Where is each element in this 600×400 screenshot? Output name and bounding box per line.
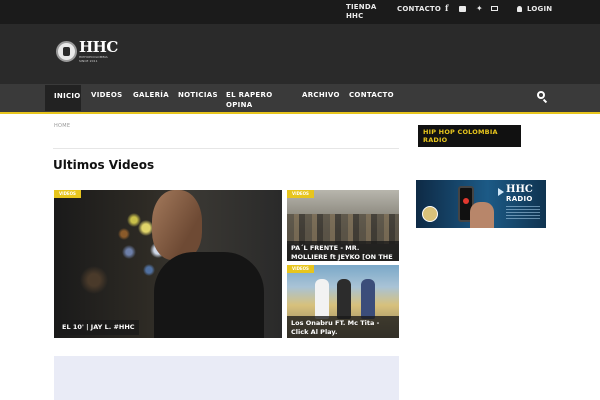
- facebook-icon[interactable]: f: [445, 4, 448, 13]
- sidebar-widget-title: HIP HOP COLOMBIA RADIO: [418, 125, 521, 147]
- login-label: LOGIN: [527, 5, 553, 13]
- top-bar: TIENDA HHC CONTACTO f ✦ LOGIN: [0, 0, 600, 24]
- top-contacto-link[interactable]: CONTACTO: [397, 5, 441, 14]
- site-logo[interactable]: HHC HIPHOPCOLOMBIA SINCE 2011: [56, 38, 118, 64]
- hand-graphic: [470, 202, 494, 228]
- video-card[interactable]: VIDEOS Los Onabru FT. Mc Tita - Click Al…: [287, 265, 399, 338]
- login-link[interactable]: LOGIN: [517, 5, 552, 14]
- main-nav: INICIO VIDEOS GALERÍA NOTICIAS EL RAPERO…: [0, 84, 600, 114]
- nav-item-archivo[interactable]: ARCHIVO: [302, 90, 340, 100]
- nav-item-videos[interactable]: VIDEOS: [91, 90, 122, 100]
- email-icon[interactable]: [491, 6, 498, 11]
- video-card[interactable]: VIDEOS PA´L FRENTE - MR. MOLLIERE ft JEY…: [287, 190, 399, 261]
- video-caption[interactable]: Los Onabru FT. Mc Tita - Click Al Play.: [287, 316, 399, 338]
- nav-item-inicio[interactable]: INICIO: [45, 85, 81, 111]
- twitter-icon[interactable]: ✦: [476, 4, 483, 13]
- banner-subtitle: RADIO: [506, 195, 533, 203]
- user-icon: [517, 6, 522, 12]
- category-tag[interactable]: VIDEOS: [287, 190, 314, 198]
- ad-placeholder: [54, 356, 399, 400]
- divider: [53, 148, 399, 149]
- thumbnail-figure: [337, 279, 351, 319]
- category-tag[interactable]: VIDEOS: [287, 265, 314, 273]
- video-card-featured[interactable]: VIDEOS EL 10' | JAY L. #HHC: [54, 190, 282, 338]
- nav-item-contacto[interactable]: CONTACTO: [349, 90, 394, 100]
- logo-seal-icon: [56, 41, 77, 62]
- logo-subtitle: HIPHOPCOLOMBIA SINCE 2011: [79, 55, 108, 63]
- category-tag[interactable]: VIDEOS: [54, 190, 81, 198]
- nav-item-el-rapero-opina[interactable]: EL RAPERO OPINA: [226, 90, 276, 110]
- radio-banner[interactable]: HHC RADIO: [416, 180, 546, 228]
- logo-mark: HHC: [79, 38, 118, 56]
- nav-item-galeria[interactable]: GALERÍA: [133, 90, 169, 100]
- video-caption[interactable]: EL 10' | JAY L. #HHC: [58, 320, 139, 335]
- video-thumbnail: [144, 190, 264, 338]
- emblem-icon: [422, 206, 438, 222]
- section-title: Ultimos Videos: [53, 158, 155, 172]
- breadcrumb[interactable]: HOME: [54, 123, 70, 129]
- nav-item-noticias[interactable]: NOTICIAS: [178, 90, 218, 100]
- youtube-icon[interactable]: [459, 6, 466, 12]
- video-thumbnail: [315, 279, 329, 319]
- tienda-link[interactable]: TIENDA HHC: [346, 3, 386, 21]
- video-thumbnail: [287, 214, 399, 244]
- thumbnail-figure: [361, 279, 375, 319]
- search-icon[interactable]: [537, 91, 545, 99]
- banner-details: [506, 206, 540, 220]
- play-icon: [498, 188, 504, 196]
- banner-brand: HHC: [506, 184, 533, 195]
- video-caption[interactable]: PA´L FRENTE - MR. MOLLIERE ft JEYKO [ON …: [287, 241, 399, 261]
